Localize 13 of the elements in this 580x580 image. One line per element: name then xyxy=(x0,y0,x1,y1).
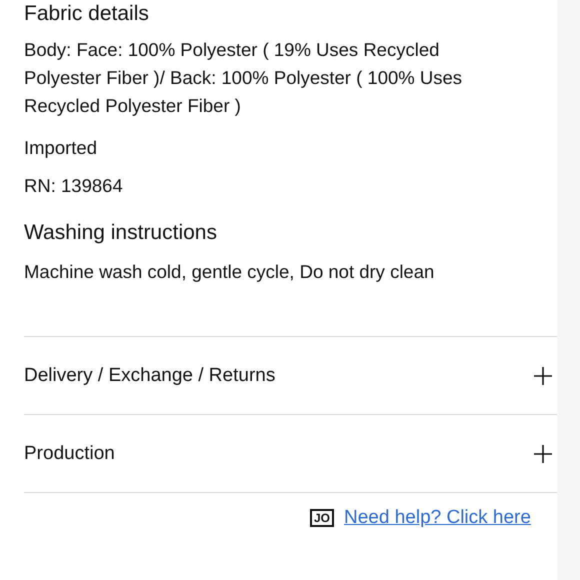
accordion-row[interactable]: Delivery / Exchange / Returns xyxy=(24,337,557,414)
section-title: Washing instructions xyxy=(24,220,218,246)
scrollbar-track[interactable] xyxy=(557,0,580,580)
accordion-row[interactable]: Production xyxy=(24,415,557,492)
help-link[interactable]: Need help? Click here xyxy=(344,507,531,529)
composition-text: Body: Face: 100% Polyester ( 19% Uses Recycled Polyester Fiber )/ Back: 100% Polyester ( 100% Uses Recycled Polyester Fiber ) xyxy=(24,38,464,118)
chat-badge: JO xyxy=(310,509,334,527)
plus-icon xyxy=(533,366,553,386)
section-title: Fabric details xyxy=(24,2,150,26)
washing-text: Machine wash cold, gentle cycle, Do not dry clean xyxy=(24,260,436,284)
detail-text: Imported xyxy=(24,136,98,160)
plus-icon xyxy=(533,444,553,464)
detail-text: RN: 139864 xyxy=(24,174,124,198)
